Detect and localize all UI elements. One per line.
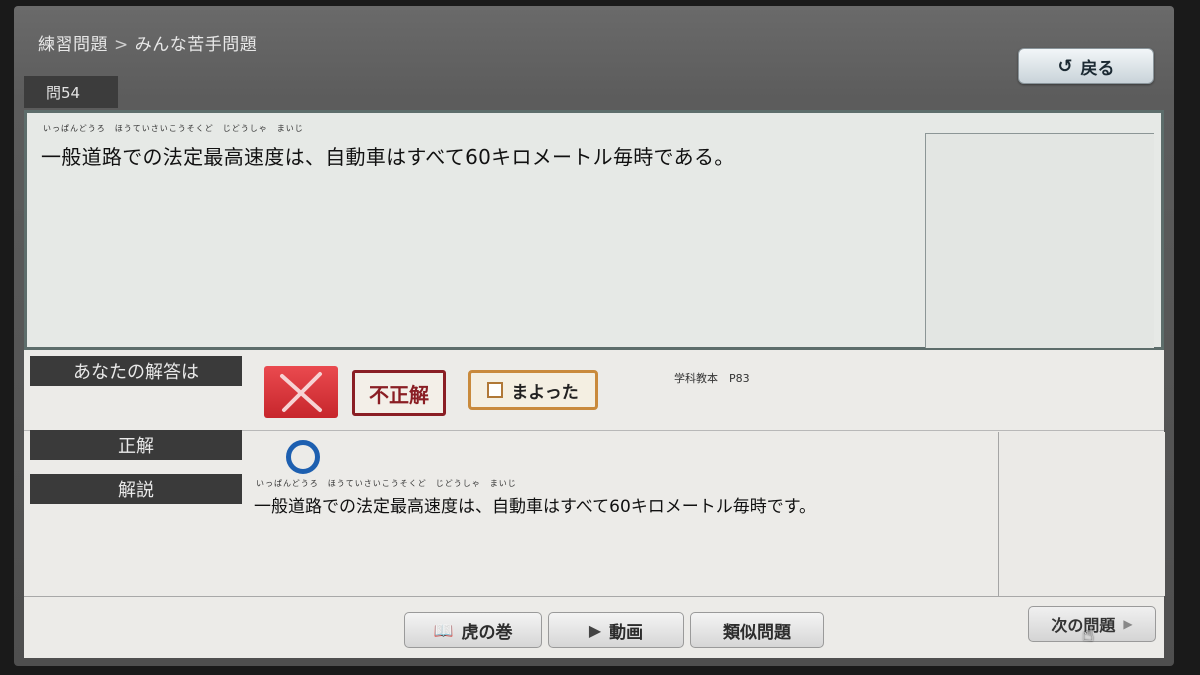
breadcrumb-current: みんな苦手問題 [134,35,258,55]
back-button[interactable]: ↺ 戻る [1018,48,1154,84]
hand-cursor-icon: ☝ [1082,622,1095,646]
return-arrow-icon: ↺ [1057,55,1073,77]
incorrect-stamp: 不正解 [352,370,446,416]
answer-area: あなたの解答は 不正解 まよった 学科教本 P83 正解 解説 いっぱんどうろ … [24,350,1165,658]
tora-no-maki-label: 虎の巻 [461,622,513,643]
confused-toggle[interactable]: まよった [468,370,598,410]
explanation-text: 一般道路での法定最高速度は、自動車はすべて60キロメートル毎時です。 [254,497,817,517]
video-button[interactable]: ▶ 動画 [548,612,684,648]
your-answer-label: あなたの解答は [30,356,242,386]
book-icon: 📖 [433,620,454,640]
explanation-image-area [998,432,1165,596]
breadcrumb: 練習問題 > みんな苦手問題 [38,30,257,55]
tora-no-maki-button[interactable]: 📖 虎の巻 [404,612,542,648]
textbook-reference: 学科教本 P83 [674,372,750,385]
video-label: 動画 [609,622,644,643]
confused-label: まよった [511,382,579,403]
correct-circle-icon [286,440,320,474]
question-ruby: いっぱんどうろ ほうていさいこうそくど じどうしゃ まいじ [43,124,304,133]
play-icon: ▶ [588,620,602,640]
correct-answer-label: 正解 [30,430,242,460]
question-number-tab: 問54 [24,76,118,108]
breadcrumb-parent[interactable]: 練習問題 [38,35,108,55]
question-text: 一般道路での法定最高速度は、自動車はすべて60キロメートル毎時である。 [41,145,735,169]
question-panel: いっぱんどうろ ほうていさいこうそくど じどうしゃ まいじ 一般道路での法定最高… [24,110,1164,350]
app-screen: 練習問題 > みんな苦手問題 ↺ 戻る 問54 いっぱんどうろ ほうていさいこうそく… [14,6,1174,666]
wrong-answer-x-icon [264,366,338,418]
question-image-area [925,133,1154,348]
next-arrow-icon: ▶ [1123,617,1133,631]
back-button-label: 戻る [1080,58,1115,79]
explanation-ruby: いっぱんどうろ ほうていさいこうそくど じどうしゃ まいじ [256,479,517,488]
explanation-label: 解説 [30,474,242,504]
similar-questions-button[interactable]: 類似問題 [690,612,824,648]
similar-questions-label: 類似問題 [723,622,791,643]
checkbox-icon[interactable] [487,382,504,398]
breadcrumb-separator: > [114,35,129,55]
footer-divider [24,596,1164,597]
